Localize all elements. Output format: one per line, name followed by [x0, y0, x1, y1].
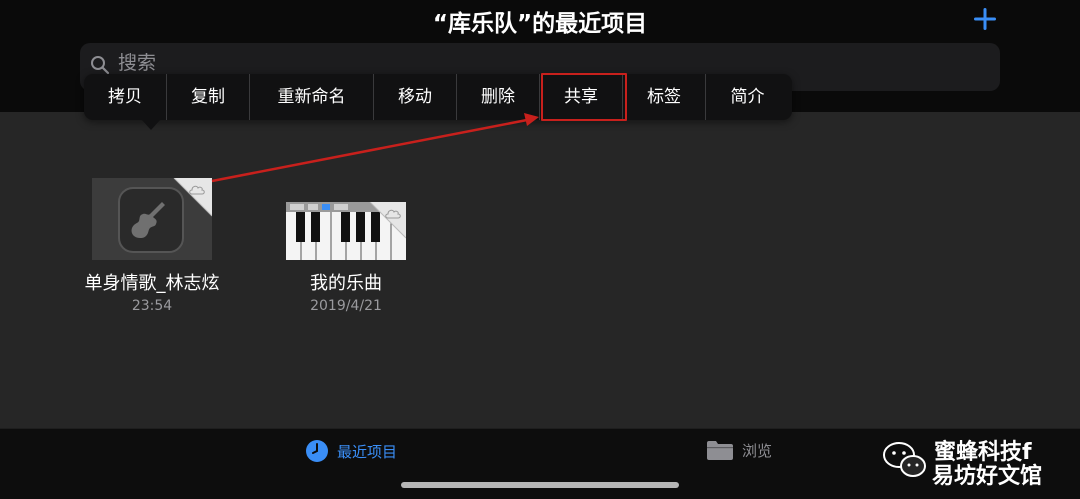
tab-label: 浏览 — [742, 441, 773, 460]
search-input[interactable] — [118, 49, 418, 77]
file-date: 23:54 — [131, 298, 173, 314]
cloud-icon — [385, 209, 401, 219]
garageband-recent-screen: “库乐队”的最近项目 搜索 单身情歌_林志炫 23:54 我的乐曲 2019/4… — [0, 0, 1080, 499]
clock-icon — [306, 440, 328, 462]
tab-label: 最近项目 — [337, 442, 398, 461]
context-menu: 拷贝 复制 重新命名 移动 删除 共享 标签 简介 — [84, 74, 792, 120]
home-indicator[interactable] — [401, 482, 679, 488]
folder-icon — [707, 441, 733, 460]
file-date: 2019/4/21 — [310, 298, 382, 314]
menu-item-move[interactable]: 移动 — [374, 74, 457, 120]
tab-browse[interactable]: 浏览 — [706, 439, 772, 461]
page-title: “库乐队”的最近项目 — [432, 11, 648, 37]
menu-item-duplicate[interactable]: 复制 — [167, 74, 250, 120]
watermark-line2: 易坊好文馆 — [932, 464, 1043, 489]
file-item-wodeyuequ[interactable]: 我的乐曲 2019/4/21 — [270, 201, 422, 314]
file-name: 单身情歌_林志炫 — [84, 273, 220, 294]
menu-item-copy[interactable]: 拷贝 — [84, 74, 167, 120]
magnifier-icon — [91, 56, 110, 75]
watermark: 蜜蜂科技f 易坊好文馆 — [878, 432, 1073, 492]
context-menu-pointer — [141, 119, 161, 130]
plus-icon — [974, 8, 996, 30]
cloud-icon — [189, 185, 205, 195]
wechat-icon — [883, 442, 926, 477]
menu-item-tags[interactable]: 标签 — [623, 74, 706, 120]
file-name: 我的乐曲 — [310, 273, 382, 294]
menu-item-rename[interactable]: 重新命名 — [250, 74, 374, 120]
file-item-danshenqingge[interactable]: 单身情歌_林志炫 23:54 — [76, 177, 228, 314]
tab-recent[interactable]: 最近项目 — [305, 439, 397, 463]
file-thumbnail[interactable] — [92, 177, 213, 260]
share-highlight-box — [541, 73, 627, 121]
menu-item-info[interactable]: 简介 — [706, 74, 789, 120]
menu-item-delete[interactable]: 删除 — [457, 74, 540, 120]
add-button[interactable] — [970, 4, 1000, 34]
file-thumbnail[interactable] — [286, 201, 407, 260]
